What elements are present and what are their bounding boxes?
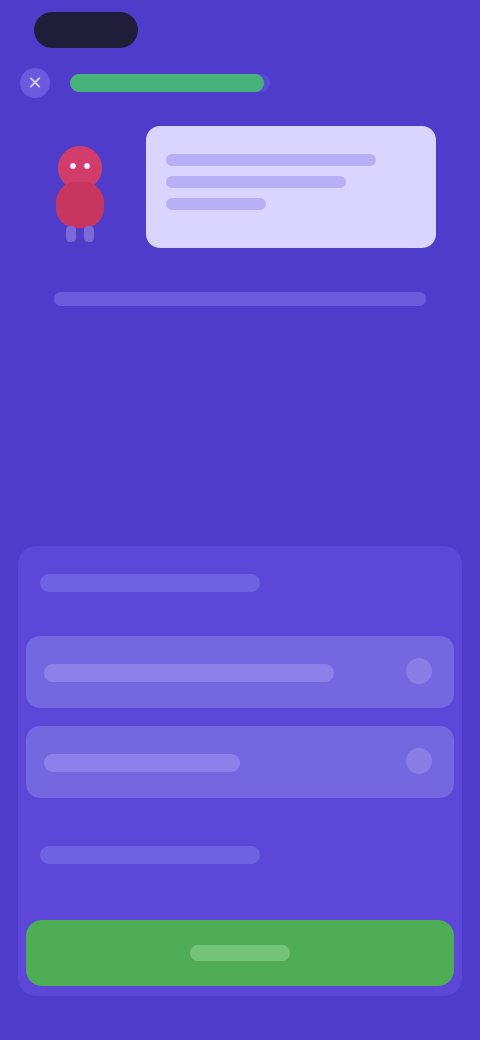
avatar-character-icon [56, 146, 104, 242]
lesson-progress-bar [70, 74, 270, 92]
radio-icon [406, 658, 432, 684]
question-hint [40, 846, 260, 864]
tutor-speech-text [146, 126, 436, 248]
close-icon: ✕ [27, 73, 43, 93]
continue-button-label [190, 945, 191, 946]
lesson-progress-fill [70, 74, 264, 92]
answer-option-1-label [44, 664, 45, 665]
continue-button-text [190, 945, 290, 961]
instruction-text [54, 292, 426, 306]
answer-option-1[interactable] [26, 636, 454, 708]
answer-option-2-text [44, 754, 240, 772]
close-button[interactable]: ✕ [20, 68, 50, 98]
continue-button[interactable] [26, 920, 454, 986]
answer-option-2[interactable] [26, 726, 454, 798]
tutor-speech-bubble [146, 126, 436, 248]
answer-option-1-text [44, 664, 334, 682]
answer-option-2-label [44, 754, 45, 755]
question-prompt [40, 574, 260, 592]
radio-icon [406, 748, 432, 774]
status-pill [34, 12, 138, 48]
instruction-label [54, 292, 55, 293]
